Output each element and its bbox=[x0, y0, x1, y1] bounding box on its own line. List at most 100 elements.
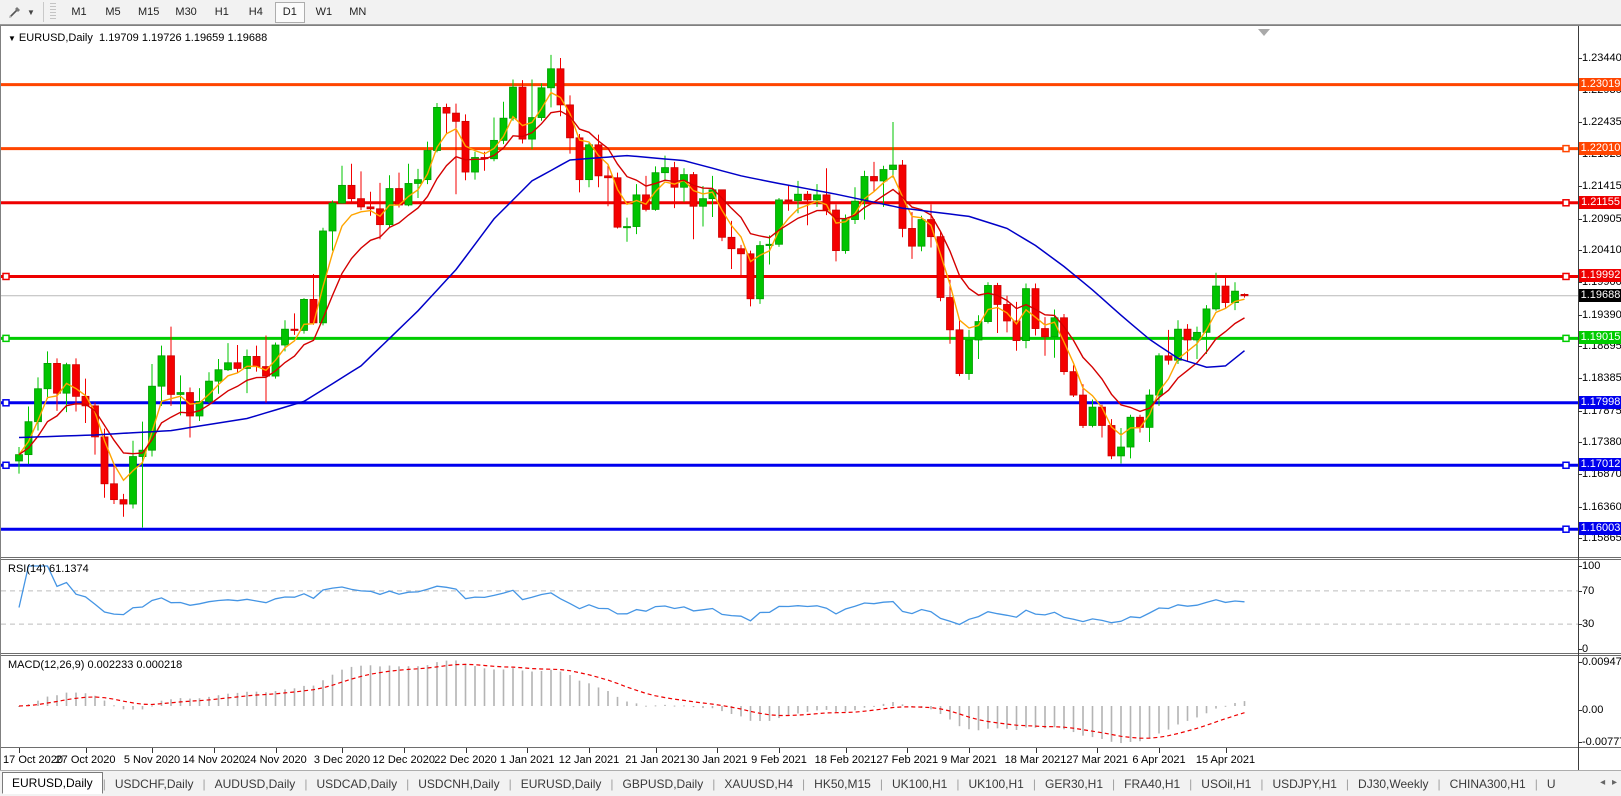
rsi-value: 61.1374 bbox=[49, 563, 89, 575]
time-tick-mark bbox=[19, 748, 20, 753]
chart-tab-usoil-h1[interactable]: USOil,H1 bbox=[1192, 774, 1260, 794]
time-tick-label: 21 Jan 2021 bbox=[625, 754, 686, 766]
chart-tab-ger30-h1[interactable]: GER30,H1 bbox=[1036, 774, 1112, 794]
timeframe-button-h4[interactable]: H4 bbox=[241, 2, 271, 23]
time-tick-label: 15 Apr 2021 bbox=[1196, 754, 1255, 766]
mt4-window: ▼ M1M5M15M30H1H4D1W1MN ▼EURUSD,Daily 1.1… bbox=[0, 0, 1621, 796]
level-handle[interactable] bbox=[3, 462, 9, 468]
time-tick-mark bbox=[276, 748, 277, 753]
macd-tick-label: 0.00 bbox=[1582, 704, 1603, 716]
time-tick-mark bbox=[1159, 748, 1160, 753]
chart-tab-u[interactable]: U bbox=[1538, 774, 1565, 794]
ma-fast-line bbox=[19, 93, 1245, 481]
level-handle[interactable] bbox=[1563, 335, 1569, 341]
symbol-period-label: EURUSD,Daily bbox=[19, 32, 93, 44]
price-level-badge: 1.17998 bbox=[1579, 396, 1621, 409]
timeframe-button-m5[interactable]: M5 bbox=[98, 2, 128, 23]
level-handle[interactable] bbox=[1563, 273, 1569, 279]
price-tick-label: 1.20410 bbox=[1582, 244, 1621, 256]
tab-scroll-arrows[interactable]: ◂ ▸ bbox=[1596, 777, 1619, 788]
macd-signal-line bbox=[19, 664, 1245, 738]
chart-tab-usdjpy-h1[interactable]: USDJPY,H1 bbox=[1263, 774, 1345, 794]
timeframe-button-m1[interactable]: M1 bbox=[64, 2, 94, 23]
time-tick-mark bbox=[86, 748, 87, 753]
chart-tab-usdcnh-daily[interactable]: USDCNH,Daily bbox=[409, 774, 508, 794]
chart-tab-xauusd-h4[interactable]: XAUUSD,H4 bbox=[715, 774, 802, 794]
macd-pane[interactable] bbox=[1, 656, 1578, 747]
level-handle[interactable] bbox=[3, 400, 9, 406]
support-resistance-lines[interactable] bbox=[1, 85, 1578, 533]
main-chart-pane[interactable] bbox=[1, 28, 1578, 557]
chart-tab-audusd-daily[interactable]: AUDUSD,Daily bbox=[206, 774, 305, 794]
time-tick-label: 12 Dec 2020 bbox=[373, 754, 435, 766]
rsi-pane[interactable] bbox=[1, 560, 1578, 653]
chart-objects-icon[interactable] bbox=[3, 2, 27, 22]
timeframe-button-m15[interactable]: M15 bbox=[132, 2, 165, 23]
time-tick-label: 17 Oct 2020 bbox=[3, 754, 63, 766]
price-tick-label: 1.20905 bbox=[1582, 213, 1621, 225]
chart-tab-fra40-h1[interactable]: FRA40,H1 bbox=[1115, 774, 1189, 794]
chart-tab-china300-h1[interactable]: CHINA300,H1 bbox=[1441, 774, 1535, 794]
toolbar-dropdown-arrow[interactable]: ▼ bbox=[27, 8, 39, 17]
level-handle[interactable] bbox=[3, 273, 9, 279]
price-axis[interactable]: 1.234401.229301.224351.219251.214151.209… bbox=[1579, 26, 1621, 771]
chart-tab-eurusd-daily[interactable]: EURUSD,Daily bbox=[512, 774, 611, 794]
price-tick-label: 1.22435 bbox=[1582, 116, 1621, 128]
time-tick-mark bbox=[656, 748, 657, 753]
chart-tab-eurusd-daily[interactable]: EURUSD,Daily bbox=[2, 772, 103, 794]
time-tick-mark bbox=[969, 748, 970, 753]
level-handle[interactable] bbox=[1563, 200, 1569, 206]
level-handle[interactable] bbox=[3, 335, 9, 341]
level-handle[interactable] bbox=[1563, 146, 1569, 152]
time-tick-label: 14 Nov 2020 bbox=[183, 754, 245, 766]
chart-tab-uk100-h1[interactable]: UK100,H1 bbox=[883, 774, 956, 794]
price-tick-label: 1.21415 bbox=[1582, 180, 1621, 192]
price-level-badge: 1.17012 bbox=[1579, 458, 1621, 471]
price-tick-label: 1.18385 bbox=[1582, 372, 1621, 384]
chart-tab-uk100-h1[interactable]: UK100,H1 bbox=[959, 774, 1032, 794]
level-handle[interactable] bbox=[1563, 462, 1569, 468]
price-level-badge: 1.19015 bbox=[1579, 331, 1621, 344]
chart-tab-dj30-weekly[interactable]: DJ30,Weekly bbox=[1349, 774, 1437, 794]
time-tick-label: 12 Jan 2021 bbox=[559, 754, 620, 766]
chart-tab-usdchf-daily[interactable]: USDCHF,Daily bbox=[106, 774, 203, 794]
time-tick-mark bbox=[152, 748, 153, 753]
time-tick-label: 3 Dec 2020 bbox=[314, 754, 370, 766]
ma-slow-line bbox=[19, 156, 1245, 438]
time-tick-label: 22 Dec 2020 bbox=[434, 754, 496, 766]
price-level-badge: 1.22010 bbox=[1579, 142, 1621, 155]
time-tick-mark bbox=[527, 748, 528, 753]
level-handle[interactable] bbox=[1563, 526, 1569, 532]
macd-indicator-label: MACD(12,26,9) 0.002233 0.000218 bbox=[8, 659, 182, 671]
time-tick-label: 5 Nov 2020 bbox=[124, 754, 180, 766]
timeframe-button-d1[interactable]: D1 bbox=[275, 2, 305, 23]
time-tick-label: 1 Jan 2021 bbox=[500, 754, 554, 766]
timeframe-button-h1[interactable]: H1 bbox=[207, 2, 237, 23]
chart-tab-usdcad-daily[interactable]: USDCAD,Daily bbox=[307, 774, 406, 794]
timeframe-button-m30[interactable]: M30 bbox=[169, 2, 202, 23]
price-level-badge: 1.21155 bbox=[1579, 196, 1621, 209]
price-tick-label: 1.19390 bbox=[1582, 309, 1621, 321]
chart-tab-gbpusd-daily[interactable]: GBPUSD,Daily bbox=[614, 774, 713, 794]
chart-title-dropdown-icon[interactable]: ▼ bbox=[8, 34, 16, 43]
crosshair-pencil-icon bbox=[7, 4, 23, 20]
time-tick-mark bbox=[1226, 748, 1227, 753]
chart-shift-marker[interactable] bbox=[1258, 29, 1270, 36]
time-tick-mark bbox=[466, 748, 467, 753]
time-tick-label: 27 Feb 2021 bbox=[876, 754, 938, 766]
time-axis[interactable]: 17 Oct 202027 Oct 2020 5 Nov 202014 Nov 2… bbox=[1, 748, 1578, 771]
ohlc-quote-label: 1.19709 1.19726 1.19659 1.19688 bbox=[99, 32, 267, 44]
price-level-badge: 1.23019 bbox=[1579, 78, 1621, 91]
time-tick-mark bbox=[907, 748, 908, 753]
time-tick-label: 27 Oct 2020 bbox=[56, 754, 116, 766]
timeframe-button-mn[interactable]: MN bbox=[343, 2, 373, 23]
time-tick-label: 27 Mar 2021 bbox=[1066, 754, 1128, 766]
rsi-tick-label: 0 bbox=[1582, 643, 1588, 655]
timeframe-button-w1[interactable]: W1 bbox=[309, 2, 339, 23]
price-tick-label: 1.17380 bbox=[1582, 436, 1621, 448]
chart-tab-hk50-m15[interactable]: HK50,M15 bbox=[805, 774, 880, 794]
rsi-line bbox=[19, 566, 1245, 625]
toolbar-grip bbox=[50, 3, 56, 21]
time-tick-mark bbox=[214, 748, 215, 753]
time-tick-mark bbox=[589, 748, 590, 753]
